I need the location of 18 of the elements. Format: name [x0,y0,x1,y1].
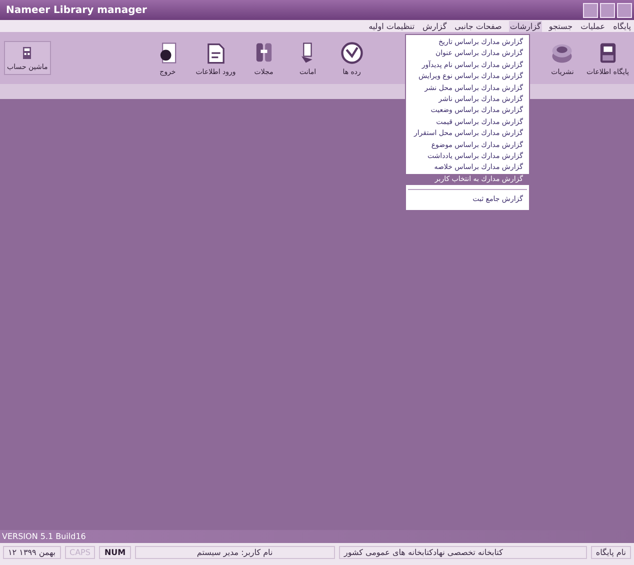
window-title: Nameer Library manager [6,4,147,16]
menu-item[interactable]: عملیات [580,20,606,32]
menu-item[interactable]: پایگاه [612,20,632,32]
menu-item[interactable]: تنظیمات اولیه [368,20,416,32]
status-text: کتابخانه تخصصی نهادکتابخانه های عمومی کشور [338,546,587,559]
maximize-button[interactable] [600,2,615,18]
menu-item[interactable]: صفحات جانبی [454,20,503,32]
status-text: ۱۲ بهمن ۱۳۹۹ [3,546,60,559]
status-text: نام پایگاه [590,546,631,559]
close-button[interactable] [617,2,632,18]
menu-item[interactable]: گزارشات [508,20,542,32]
version-label: VERSION 5.1 Build16 [2,532,86,541]
menu-item[interactable]: جستجو [548,20,574,32]
status-text: نام کاربر: مدیر سیستم [134,546,335,559]
check-circle-icon [338,40,365,66]
minimize-button[interactable] [583,2,598,18]
menu-item[interactable]: گزارش [422,20,448,32]
status-indicator: NUM [99,546,131,559]
